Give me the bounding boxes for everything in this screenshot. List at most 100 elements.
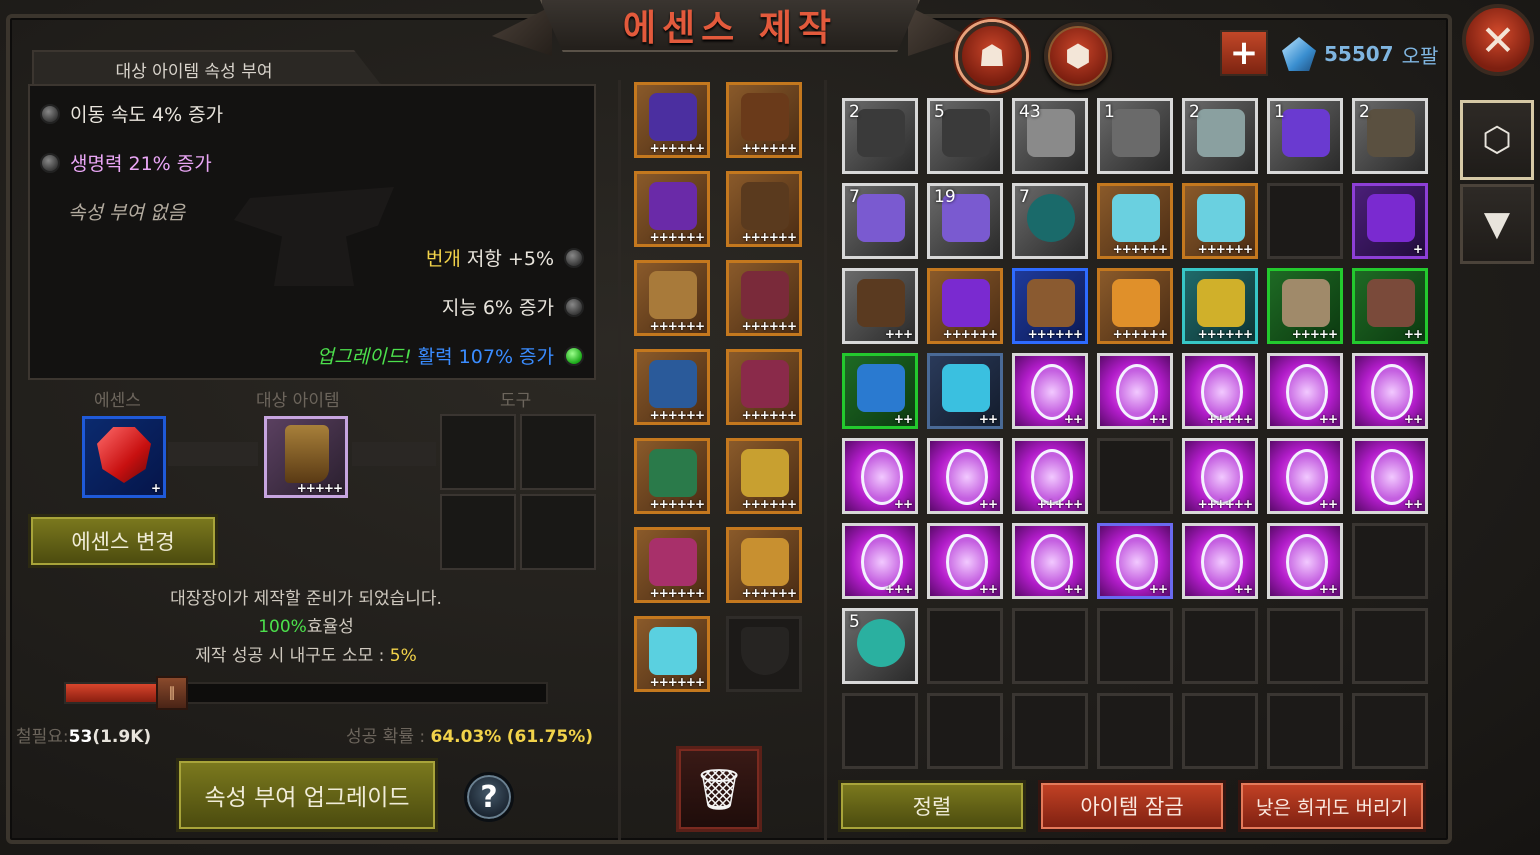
equipment-slot[interactable]: ++++++ xyxy=(726,260,802,336)
side-tab-essence[interactable]: ⬡ xyxy=(1460,100,1534,180)
equipment-slot[interactable]: ++++++ xyxy=(634,260,710,336)
equipment-slot[interactable]: ++++++ xyxy=(634,616,710,692)
attr-row-upgrade[interactable]: 업그레이드! 활력 107% 증가 xyxy=(317,342,584,369)
inventory-item[interactable]: ++ xyxy=(1352,353,1428,429)
inventory-item[interactable]: ++++++ xyxy=(1012,268,1088,344)
attr-row-4[interactable]: 지능 6% 증가 xyxy=(442,293,584,320)
item-stars: ++ xyxy=(1403,327,1423,341)
inventory-item[interactable]: ++ xyxy=(1352,438,1428,514)
inventory-item[interactable]: 2 xyxy=(1352,98,1428,174)
inventory-item[interactable]: ++ xyxy=(1182,523,1258,599)
trash-button[interactable]: 🗑 xyxy=(676,746,762,832)
tab-essence[interactable]: ⬢ xyxy=(1044,22,1112,90)
equipment-slot[interactable]: ++++++ xyxy=(726,527,802,603)
attr-row-3[interactable]: 번개 저항 +5% xyxy=(426,244,584,271)
tool-slot[interactable] xyxy=(520,494,596,570)
inventory-item[interactable]: ++++++ xyxy=(1182,438,1258,514)
inventory-item[interactable]: 7 xyxy=(1012,183,1088,259)
equipment-slot[interactable]: ++++++ xyxy=(634,349,710,425)
change-essence-button[interactable]: 에센스 변경 xyxy=(28,514,218,568)
inventory-item[interactable]: 19 xyxy=(927,183,1003,259)
inventory-item[interactable]: ++++++ xyxy=(1097,183,1173,259)
equipment-slot[interactable]: ++++++ xyxy=(634,527,710,603)
inventory-item[interactable]: +++++ xyxy=(1012,438,1088,514)
inventory-item[interactable]: ++ xyxy=(1097,523,1173,599)
side-tab-anvil[interactable]: ▼ xyxy=(1460,184,1534,264)
inventory-item[interactable]: 5 xyxy=(927,98,1003,174)
inventory-item[interactable]: ++ xyxy=(842,438,918,514)
lock-item-button[interactable]: 아이템 잠금 xyxy=(1038,780,1226,832)
equipment-slot[interactable]: ++++++ xyxy=(634,438,710,514)
inventory-item[interactable]: ++ xyxy=(927,353,1003,429)
quantity-slider[interactable] xyxy=(64,682,548,704)
inventory-item[interactable]: ++ xyxy=(1267,353,1343,429)
inventory-slot-empty[interactable] xyxy=(927,608,1003,684)
target-item-slot[interactable]: +++++ xyxy=(264,416,348,498)
inventory-slot-empty[interactable] xyxy=(1182,693,1258,769)
inventory-slot-empty[interactable] xyxy=(1267,693,1343,769)
inventory-slot-empty[interactable] xyxy=(927,693,1003,769)
inventory-item[interactable]: +++++ xyxy=(1267,268,1343,344)
equipment-slot[interactable]: ++++++ xyxy=(634,82,710,158)
inventory-slot-empty[interactable] xyxy=(1267,608,1343,684)
inventory-item[interactable]: ++ xyxy=(842,353,918,429)
item-count: 7 xyxy=(1019,187,1030,207)
equipment-slot[interactable] xyxy=(726,616,802,692)
inventory-slot-empty[interactable] xyxy=(842,693,918,769)
inventory-item[interactable]: 2 xyxy=(1182,98,1258,174)
inventory-item[interactable]: ++ xyxy=(1267,438,1343,514)
equipment-slot[interactable]: ++++++ xyxy=(726,171,802,247)
inventory-item[interactable]: ++ xyxy=(1352,268,1428,344)
inventory-item[interactable]: ++ xyxy=(927,438,1003,514)
inventory-item[interactable]: ++++++ xyxy=(927,268,1003,344)
help-button[interactable]: ? xyxy=(464,772,514,822)
inventory-slot-empty[interactable] xyxy=(1097,693,1173,769)
inventory-item[interactable]: + xyxy=(1352,183,1428,259)
equipment-slot[interactable]: ++++++ xyxy=(726,349,802,425)
inventory-item[interactable]: +++ xyxy=(842,268,918,344)
inventory-item[interactable]: ++ xyxy=(1012,523,1088,599)
inventory-item[interactable]: ++ xyxy=(1012,353,1088,429)
add-currency-button[interactable]: + xyxy=(1220,30,1268,76)
inventory-item[interactable]: ++ xyxy=(927,523,1003,599)
inventory-item[interactable]: ++++++ xyxy=(1182,268,1258,344)
tab-blacksmith[interactable]: ☗ xyxy=(958,22,1026,90)
attr-row-2[interactable]: 생명력 21% 증가 xyxy=(40,149,212,176)
inventory-item[interactable]: 7 xyxy=(842,183,918,259)
item-stars: ++++++ xyxy=(942,327,998,341)
upgrade-attribute-button[interactable]: 속성 부여 업그레이드 xyxy=(176,758,438,832)
inventory-item[interactable]: ++ xyxy=(1097,353,1173,429)
sort-button[interactable]: 정렬 xyxy=(838,780,1026,832)
tool-slot[interactable] xyxy=(520,414,596,490)
inventory-slot-empty[interactable] xyxy=(1267,183,1343,259)
close-button[interactable]: ✕ xyxy=(1462,4,1534,76)
discard-low-rarity-button[interactable]: 낮은 희귀도 버리기 xyxy=(1238,780,1426,832)
inventory-item[interactable]: 5 xyxy=(842,608,918,684)
attr-row-1[interactable]: 이동 속도 4% 증가 xyxy=(40,100,223,127)
inventory-item[interactable]: +++++ xyxy=(1182,353,1258,429)
equipment-slot[interactable]: ++++++ xyxy=(726,438,802,514)
inventory-item[interactable]: ++++++ xyxy=(1182,183,1258,259)
inventory-slot-empty[interactable] xyxy=(1352,523,1428,599)
inventory-item[interactable]: 43 xyxy=(1012,98,1088,174)
inventory-slot-empty[interactable] xyxy=(1182,608,1258,684)
inventory-slot-empty[interactable] xyxy=(1352,608,1428,684)
equipment-slot[interactable]: ++++++ xyxy=(726,82,802,158)
inventory-item[interactable]: +++ xyxy=(842,523,918,599)
tool-slot[interactable] xyxy=(440,414,516,490)
inventory-slot-empty[interactable] xyxy=(1097,438,1173,514)
inventory-item[interactable]: 1 xyxy=(1267,98,1343,174)
inventory-slot-empty[interactable] xyxy=(1097,608,1173,684)
inventory-item[interactable]: ++++++ xyxy=(1097,268,1173,344)
inventory-item[interactable]: 2 xyxy=(842,98,918,174)
inventory-slot-empty[interactable] xyxy=(1352,693,1428,769)
essence-slot[interactable]: + xyxy=(82,416,166,498)
inventory-slot-empty[interactable] xyxy=(1012,693,1088,769)
equipment-slot[interactable]: ++++++ xyxy=(634,171,710,247)
inventory-item[interactable]: ++ xyxy=(1267,523,1343,599)
inventory-slot-empty[interactable] xyxy=(1012,608,1088,684)
inventory-item[interactable]: 1 xyxy=(1097,98,1173,174)
slider-handle[interactable]: ∥ xyxy=(156,676,188,710)
success-value: 64.03% xyxy=(430,727,502,747)
tool-slot[interactable] xyxy=(440,494,516,570)
